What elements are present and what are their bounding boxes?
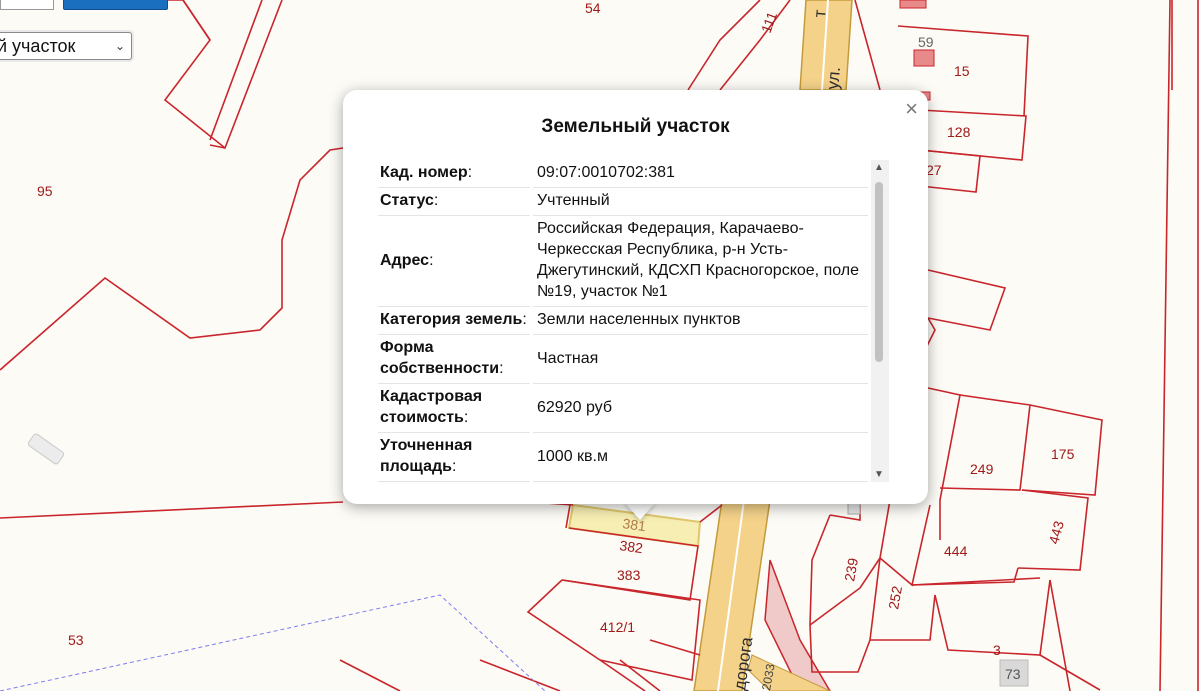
attribute-key-colon: : bbox=[522, 311, 527, 328]
attribute-row: Адрес: Российская Федерация, Карачаево-Че… bbox=[378, 216, 868, 307]
attribute-key: Кадастровая стоимость: bbox=[378, 384, 530, 433]
attribute-row: Статус: Учтенный bbox=[378, 188, 868, 216]
attribute-value: Земли населенных пунктов bbox=[533, 307, 868, 335]
building-b bbox=[899, 0, 927, 9]
attribute-key: Кад. номер: bbox=[378, 160, 530, 188]
attribute-key-text: Уточненная площадь bbox=[380, 437, 473, 475]
attribute-key-colon: : bbox=[499, 360, 504, 377]
parcel-label: 27 bbox=[926, 162, 942, 178]
parcel-label: 252 bbox=[885, 585, 905, 611]
parcel-label: 175 bbox=[1051, 446, 1075, 462]
attribute-key: Форма собственности: bbox=[378, 335, 530, 384]
attribute-key-text: Форма собственности bbox=[380, 339, 500, 377]
parcel-label: 382 bbox=[619, 537, 645, 556]
attribute-key-colon: : bbox=[433, 192, 439, 209]
parcel-label: 95 bbox=[37, 183, 53, 199]
scroll-up-icon[interactable]: ▲ bbox=[874, 162, 884, 173]
attribute-value: Частная bbox=[533, 335, 868, 384]
marker-gray bbox=[27, 433, 65, 465]
parcel-label: 59 bbox=[918, 34, 934, 50]
parcel-label: 412/1 bbox=[600, 619, 635, 635]
search-button[interactable] bbox=[63, 0, 168, 10]
popup-scrollbar[interactable]: ▲ ▼ bbox=[871, 160, 889, 482]
parcel-label: 15 bbox=[954, 63, 970, 79]
parcel-info-popup: × Земельный участок Кад. номер: 09:07:001… bbox=[343, 90, 928, 504]
popup-title: Земельный участок bbox=[541, 116, 730, 137]
attribute-key-text: Кад. номер bbox=[380, 164, 468, 181]
chevron-down-icon: ⌄ bbox=[114, 39, 125, 53]
popup-scroll-area[interactable]: Кад. номер: 09:07:0010702:381 Статус: Учтен… bbox=[375, 160, 890, 482]
attribute-value: 62920 руб bbox=[533, 384, 868, 433]
parcel-label: 444 bbox=[944, 543, 968, 559]
attribute-key-text: Адрес bbox=[380, 251, 430, 269]
attribute-row: Форма собственности: Частная bbox=[378, 335, 868, 384]
popup-pointer bbox=[624, 502, 656, 520]
parcel-label: 3 bbox=[993, 642, 1001, 658]
parcel-label: 53 bbox=[68, 632, 84, 648]
layer-select-value: й участок bbox=[0, 35, 76, 56]
layer-select[interactable]: й участок ⌄ bbox=[0, 32, 132, 60]
attribute-key-text: Статус bbox=[380, 192, 434, 209]
attribute-row: Категория земель: Земли населенных пункто… bbox=[378, 307, 868, 335]
parcel-attributes-table: Кад. номер: 09:07:0010702:381 Статус: Учтен… bbox=[375, 160, 871, 482]
attribute-key-text: Категория земель bbox=[380, 311, 523, 328]
search-input[interactable] bbox=[0, 0, 54, 10]
attribute-key-colon: : bbox=[467, 164, 473, 181]
attribute-row: Кад. номер: 09:07:0010702:381 bbox=[378, 160, 868, 188]
parcel-label: 383 bbox=[617, 567, 641, 583]
road-label: ул. bbox=[823, 66, 844, 90]
attribute-key: Уточненная площадь: bbox=[378, 433, 530, 482]
building-a bbox=[913, 49, 935, 67]
parcel-label: 111 bbox=[758, 9, 780, 35]
parcel-label: 54 bbox=[585, 0, 601, 16]
attribute-key: Адрес: bbox=[378, 216, 530, 307]
attribute-value: 1000 кв.м bbox=[533, 433, 868, 482]
scrollbar-thumb[interactable] bbox=[875, 182, 883, 362]
parcel-label: 239 bbox=[841, 557, 861, 583]
attribute-key: Категория земель: bbox=[378, 307, 530, 335]
attribute-row: Кадастровая стоимость: 62920 руб bbox=[378, 384, 868, 433]
attribute-value: Российская Федерация, Карачаево-Черкесск… bbox=[533, 216, 868, 307]
parcel-label: 73 bbox=[1005, 666, 1021, 682]
parcel-label: 128 bbox=[947, 124, 971, 140]
attribute-value: Учтенный bbox=[533, 188, 868, 216]
parcel-label: 249 bbox=[970, 461, 994, 477]
attribute-row: Уточненная площадь: 1000 кв.м bbox=[378, 433, 868, 482]
attribute-key-colon: : bbox=[429, 251, 434, 269]
attribute-value: 09:07:0010702:381 bbox=[533, 160, 868, 188]
attribute-key-colon: : bbox=[451, 458, 457, 475]
parcel-label: 443 bbox=[1045, 519, 1067, 546]
attribute-key-colon: : bbox=[463, 409, 469, 426]
attribute-key: Статус: bbox=[378, 188, 530, 216]
scroll-down-icon[interactable]: ▼ bbox=[874, 469, 884, 480]
